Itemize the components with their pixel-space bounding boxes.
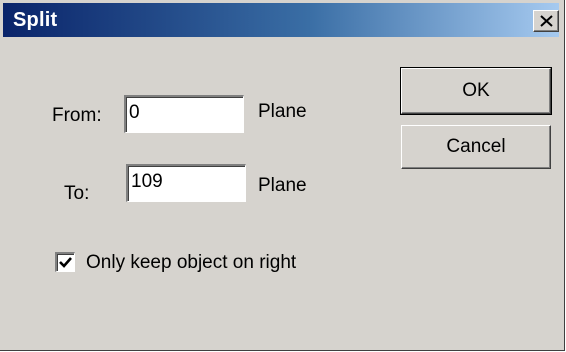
close-button[interactable]: [533, 10, 559, 32]
title-bar[interactable]: Split: [3, 3, 559, 37]
dialog-title: Split: [13, 9, 58, 31]
from-field-frame: [124, 95, 244, 133]
only-keep-right-checkbox[interactable]: [55, 252, 75, 272]
to-label: To:: [64, 183, 90, 204]
from-label: From:: [52, 105, 102, 126]
to-unit-label: Plane: [258, 175, 307, 196]
from-unit-label: Plane: [258, 101, 307, 122]
cancel-button[interactable]: Cancel: [401, 125, 551, 169]
from-input[interactable]: [129, 99, 239, 127]
to-field-frame: [126, 164, 246, 202]
checkmark-icon: [59, 257, 72, 268]
ok-button[interactable]: OK: [400, 67, 552, 115]
close-icon: [540, 15, 553, 27]
split-dialog: Split From: Plane To: Plane Only keep ob…: [0, 0, 565, 351]
only-keep-right-label[interactable]: Only keep object on right: [86, 252, 296, 274]
to-input[interactable]: [131, 168, 241, 196]
